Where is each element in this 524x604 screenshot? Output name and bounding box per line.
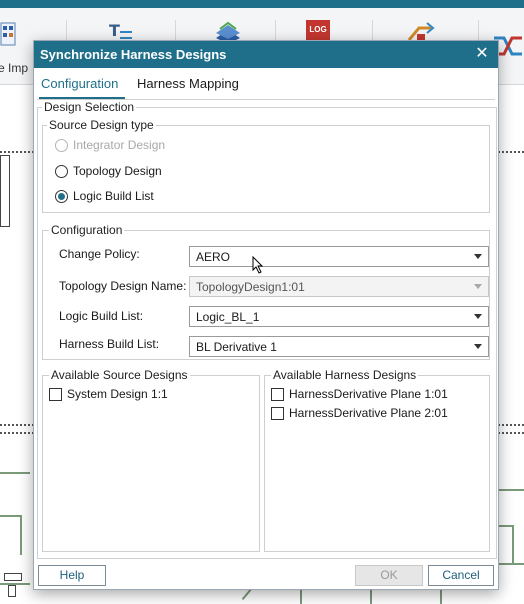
available-source-designs-group: Available Source Designs System Design 1… [42,368,260,552]
topology-design-radio[interactable]: Topology Design [55,163,162,179]
schematic-wire [498,151,524,153]
harness-design-item[interactable]: HarnessDerivative Plane 2:01 [271,405,448,421]
close-icon[interactable]: ✕ [472,44,492,64]
log-icon-text: LOG [309,25,327,34]
design-selection-group: Design Selection Source Design type Inte… [37,100,497,559]
harness-design-item[interactable]: HarnessDerivative Plane 1:01 [271,386,448,402]
ok-button[interactable]: OK [355,565,423,586]
chevron-down-icon [474,284,482,289]
synchronize-harness-dialog: Synchronize Harness Designs ✕ Configurat… [33,40,499,590]
schematic-wire [0,472,30,474]
logic-build-list-radio[interactable]: Logic Build List [55,188,154,204]
topology-design-name-value: TopologyDesign1:01 [196,280,305,294]
schematic-wire [20,515,22,555]
logic-build-list-label: Logic Build List [73,189,154,203]
schematic-wire [300,589,302,604]
design-selection-legend: Design Selection [42,100,137,114]
harness-design-label: HarnessDerivative Plane 1:01 [289,387,448,401]
topology-design-label: Topology Design [73,164,162,178]
log-ribbon-icon[interactable]: LOG [306,20,330,40]
radio-button-icon [55,138,68,152]
schematic-wire [370,589,372,604]
chevron-down-icon [474,254,482,259]
ribbon-import-label: e Imp [0,61,29,75]
checkbox-icon [271,387,284,401]
app-title-bar [0,0,524,8]
configuration-group: Configuration Change Policy: AERO Topolo… [42,223,490,360]
change-policy-value: AERO [196,250,231,264]
source-design-item[interactable]: System Design 1:1 [49,386,168,402]
schematic-wire [498,489,524,491]
integrator-design-radio[interactable]: Integrator Design [55,137,165,153]
harness-build-list-value: BL Derivative 1 [196,340,277,354]
integrator-design-label: Integrator Design [73,138,166,152]
available-harness-designs-group: Available Harness Designs HarnessDerivat… [264,368,490,552]
schematic-wire [0,432,34,434]
harness-build-list-label: Harness Build List: [59,337,160,351]
schematic-wire [0,424,34,426]
component-block[interactable] [8,585,16,597]
connector-block[interactable] [0,155,10,227]
mouse-pointer-icon [252,255,264,277]
schematic-wire [498,424,524,426]
topology-design-name-label: Topology Design Name: [59,279,187,293]
topology-design-name-select: TopologyDesign1:01 [189,276,489,297]
dialog-title-bar[interactable]: Synchronize Harness Designs ✕ [34,41,498,68]
component-block[interactable] [4,573,22,581]
source-design-type-legend: Source Design type [47,118,156,132]
harness-build-list-select[interactable]: BL Derivative 1 [189,336,489,357]
dialog-title: Synchronize Harness Designs [40,47,227,62]
checkbox-icon [271,406,284,420]
available-harness-designs-legend: Available Harness Designs [271,368,419,382]
grid-ribbon-icon[interactable] [0,22,16,46]
cancel-button[interactable]: Cancel [428,565,494,586]
logic-build-list-value: Logic_BL_1 [196,310,260,324]
schematic-wire [512,525,514,565]
radio-button-icon [55,189,68,203]
radio-button-icon [55,164,68,178]
svg-text:T: T [109,21,120,40]
checkbox-icon [49,387,62,401]
available-source-designs-legend: Available Source Designs [49,368,190,382]
schematic-wire [440,589,442,604]
schematic-wire [0,151,34,153]
schematic-wire [498,563,524,565]
change-policy-label: Change Policy: [59,247,140,261]
source-design-label: System Design 1:1 [67,387,168,401]
configuration-legend: Configuration [49,223,125,237]
chevron-down-icon [474,314,482,319]
source-design-type-group: Source Design type Integrator Design Top… [42,118,490,213]
tab-harness-mapping[interactable]: Harness Mapping [137,76,239,91]
schematic-wire [498,432,524,434]
logic-build-list-field-label: Logic Build List: [59,309,144,323]
tab-configuration[interactable]: Configuration [41,76,118,91]
logic-build-list-select[interactable]: Logic_BL_1 [189,306,489,327]
schematic-wire [0,515,22,517]
help-button[interactable]: Help [38,565,106,586]
chevron-down-icon [474,344,482,349]
change-policy-select[interactable]: AERO [189,246,489,267]
harness-design-label: HarnessDerivative Plane 2:01 [289,406,448,420]
